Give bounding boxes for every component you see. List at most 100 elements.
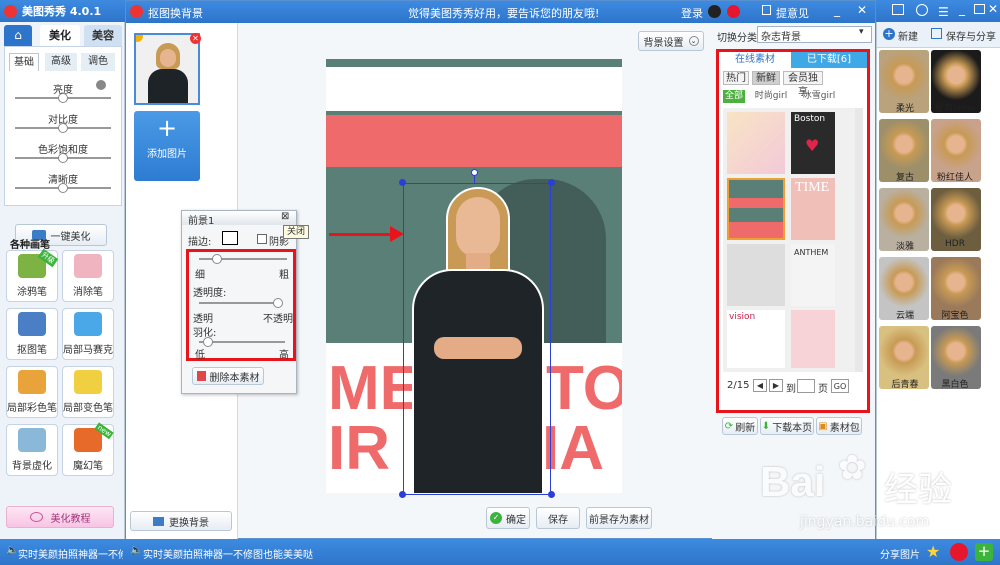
transparency-slider[interactable] [199, 298, 284, 308]
resize-handle-tl[interactable] [399, 179, 406, 186]
weibo-icon[interactable] [950, 543, 968, 561]
status-middle-text[interactable]: 实时美颜拍照神器一不修图也能美美哒 [143, 546, 313, 561]
material-subfilter[interactable]: 冰雪girl [797, 90, 841, 103]
adjust-slider-knob[interactable] [58, 183, 68, 193]
poster-coral-band [326, 115, 622, 167]
adjust-slider-knob[interactable] [58, 153, 68, 163]
stroke-width-slider[interactable] [199, 254, 287, 264]
material-subfilter[interactable]: 时尚girl [749, 90, 793, 103]
remove-thumbnail-icon[interactable]: ✕ [190, 33, 201, 44]
adjust-slider[interactable] [15, 183, 111, 193]
subtab-basic[interactable]: 基础 [9, 53, 39, 71]
rotate-handle[interactable] [471, 169, 478, 176]
download-page-button[interactable]: ⬇ 下载本页 [760, 417, 814, 435]
minimize-icon[interactable]: _ [959, 2, 965, 16]
star-icon[interactable]: ★ [926, 542, 940, 561]
new-button[interactable]: 新建 [898, 28, 918, 43]
selection-box[interactable] [403, 183, 551, 495]
brush-tool[interactable]: 魔幻笔 new [62, 422, 114, 476]
resize-handle-tr[interactable] [548, 179, 555, 186]
material-thumb-3-selected[interactable] [727, 178, 785, 240]
tutorial-button[interactable]: 美化教程 [6, 506, 114, 528]
share-label[interactable]: 分享图片 [880, 546, 920, 561]
material-thumb-2[interactable]: Boston ♥ [791, 112, 835, 174]
delete-material-button[interactable]: 删除本素材 [192, 367, 264, 385]
message-icon[interactable] [892, 4, 904, 15]
tab-retouch[interactable]: 美容 [84, 25, 122, 46]
brush-tool[interactable]: 背景虚化 [6, 424, 58, 476]
brush-tool[interactable]: 局部马赛克 [62, 308, 114, 360]
home-tab[interactable]: ⌂ [4, 25, 32, 46]
brush-tool[interactable]: 消除笔 [62, 250, 114, 302]
material-thumb-8[interactable] [791, 310, 835, 368]
resize-handle-br[interactable] [548, 491, 555, 498]
tab-online-material[interactable]: 在线素材 [719, 52, 791, 68]
material-filter[interactable]: 热门 [723, 71, 749, 85]
subtab-advanced[interactable]: 高级 [45, 53, 77, 71]
replace-background-button[interactable]: 更换背景 [130, 511, 232, 531]
feather-slider[interactable] [199, 337, 285, 347]
filter-label: 后青春 [891, 380, 919, 390]
trash-icon [196, 371, 206, 381]
brush-tool[interactable]: 局部彩色笔 [6, 366, 58, 418]
help-icon[interactable] [916, 4, 928, 16]
material-filter[interactable]: 新鲜 [752, 71, 780, 85]
adjust-slider-knob[interactable] [58, 93, 68, 103]
refresh-button[interactable]: ⟳ 刷新 [722, 417, 758, 435]
login-link[interactable]: 登录 [681, 5, 703, 21]
prev-page-icon[interactable]: ◀ [753, 379, 767, 392]
fg-panel-close-icon[interactable]: ⊠ [281, 211, 289, 222]
material-package-button[interactable]: ▣ 素材包 [816, 417, 862, 435]
adjust-slider-knob[interactable] [58, 123, 68, 133]
brush-tool[interactable]: 局部变色笔 [62, 366, 114, 418]
stroke-slider-knob[interactable] [211, 254, 222, 264]
maximize-icon[interactable] [974, 4, 985, 14]
close-icon[interactable]: ✕ [988, 2, 998, 16]
qq-icon[interactable] [708, 5, 721, 18]
save-share-button[interactable]: 保存与分享 [946, 28, 996, 43]
menu-icon[interactable]: ☰ [938, 5, 949, 19]
add-icon[interactable]: + [975, 543, 993, 561]
material-filter[interactable]: 会员独享 [783, 71, 823, 98]
brush-tool[interactable]: 抠图笔 [6, 308, 58, 360]
adjust-slider[interactable] [15, 153, 111, 163]
material-thumb-6[interactable]: ANTHEM [791, 244, 835, 306]
save-button[interactable]: 保存 [536, 507, 580, 529]
adjust-slider[interactable] [15, 93, 111, 103]
brush-tool[interactable]: 涂鸦笔 升级 [6, 248, 59, 302]
page-input[interactable] [797, 379, 815, 393]
material-thumb-7[interactable]: vision [727, 310, 785, 368]
go-button[interactable]: GO [831, 379, 849, 393]
filter-label: 粉红佳人 [936, 173, 973, 183]
adjust-slider[interactable] [15, 123, 111, 133]
weibo-login-icon[interactable] [727, 5, 740, 18]
category-select[interactable]: 杂志背景 ▾ [757, 26, 872, 43]
app-title: 美图秀秀 4.0.1 [22, 5, 102, 18]
watermark-url: jingyan.baidu.com [800, 514, 930, 530]
brush-label: 涂鸦笔 [17, 287, 47, 298]
stroke-color-swatch[interactable] [222, 231, 238, 245]
subtab-color[interactable]: 调色 [81, 53, 115, 71]
status-left-text[interactable]: 实时美颜拍照神器一不修图也能美美哒 [18, 546, 123, 561]
add-image-button[interactable]: + 添加图片 [134, 111, 200, 181]
tab-beautify[interactable]: 美化 [40, 25, 80, 46]
confirm-button[interactable]: ✓ 确定 [486, 507, 530, 529]
material-thumb-5[interactable] [727, 244, 785, 306]
brush-label: 局部彩色笔 [7, 403, 57, 414]
feedback-link[interactable]: 提意见 [776, 5, 809, 21]
background-settings-button[interactable]: 背景设置 ⌄ [638, 31, 704, 51]
window-minimize-icon[interactable]: _ [834, 3, 840, 17]
image-thumbnail[interactable] [134, 33, 200, 105]
shadow-checkbox[interactable] [257, 234, 267, 244]
transparency-slider-knob[interactable] [273, 298, 284, 308]
tab-downloaded[interactable]: 已下载[6] [791, 52, 867, 68]
window-close-icon[interactable]: ✕ [857, 3, 867, 17]
material-thumb-1[interactable] [727, 112, 785, 174]
material-thumb-4[interactable]: TIME [791, 178, 835, 240]
material-subfilter[interactable]: 全部 [723, 90, 745, 103]
resize-handle-bl[interactable] [399, 491, 406, 498]
material-scrollbar[interactable] [855, 108, 863, 372]
next-page-icon[interactable]: ▶ [769, 379, 783, 392]
save-foreground-button[interactable]: 前景存为素材 [586, 507, 652, 529]
filter-label: 阿宝色 [941, 311, 969, 321]
